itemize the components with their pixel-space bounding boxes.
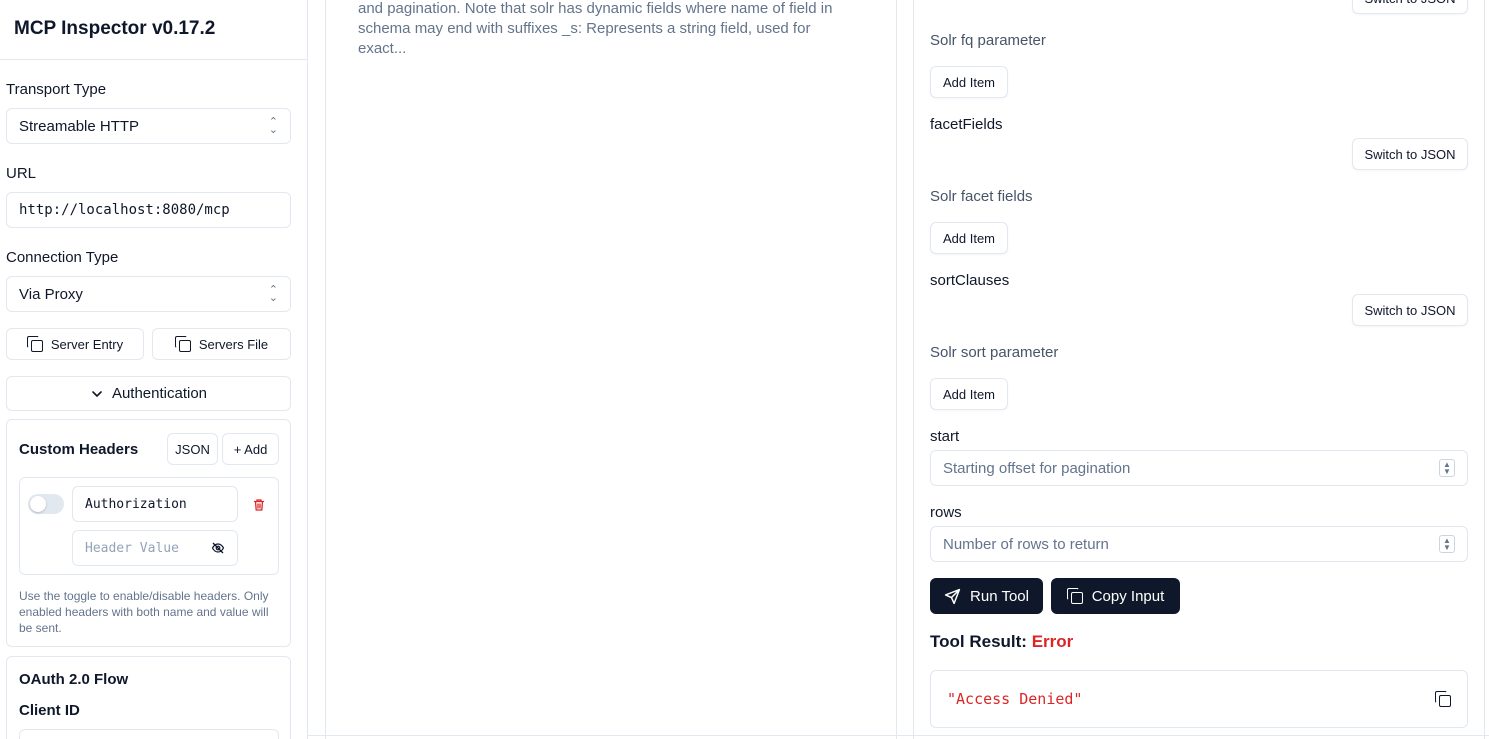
server-entry-label: Server Entry <box>50 336 124 352</box>
header-name-value: Authorization <box>85 496 187 512</box>
chevron-down-icon <box>92 390 102 397</box>
start-label: start <box>930 428 960 445</box>
header-value-input[interactable]: Header Value <box>72 530 238 566</box>
authentication-label: Authentication <box>111 385 208 402</box>
tool-description-panel: and pagination. Note that solr has dynam… <box>325 0 897 739</box>
transport-type-value: Streamable HTTP <box>19 117 140 135</box>
tool-result-status: Error <box>1031 632 1074 651</box>
connection-type-label: Connection Type <box>6 249 119 266</box>
headers-json-button[interactable]: JSON <box>167 433 218 465</box>
headers-help-text: Use the toggle to enable/disable headers… <box>19 589 269 635</box>
facet-fields-description: Solr facet fields <box>930 188 1033 205</box>
switch-to-json-button[interactable]: Switch to JSON <box>1352 0 1468 14</box>
send-icon <box>944 588 961 604</box>
sort-clauses-description: Solr sort parameter <box>930 344 1059 361</box>
run-tool-label: Run Tool <box>970 587 1029 605</box>
copy-icon[interactable] <box>1435 691 1451 707</box>
client-id-label: Client ID <box>19 702 80 719</box>
tool-description: and pagination. Note that solr has dynam… <box>358 0 833 57</box>
url-value: http://localhost:8080/mcp <box>19 202 230 218</box>
rows-input[interactable]: Number of rows to return ▲ ▼ <box>930 526 1468 562</box>
add-item-button[interactable]: Add Item <box>930 66 1008 98</box>
switch-to-json-button[interactable]: Switch to JSON <box>1352 294 1468 326</box>
number-spinner-icon[interactable]: ▲ ▼ <box>1439 459 1455 477</box>
rows-placeholder: Number of rows to return <box>943 535 1109 553</box>
custom-headers-card: Custom Headers JSON + Add Authorization … <box>6 419 291 647</box>
tool-result-label: Tool Result: <box>930 632 1027 651</box>
copy-input-label: Copy Input <box>1091 587 1165 605</box>
url-label: URL <box>6 165 37 182</box>
sort-clauses-label: sortClauses <box>930 272 1010 289</box>
add-item-button[interactable]: Add Item <box>930 378 1008 410</box>
switch-to-json-button[interactable]: Switch to JSON <box>1352 138 1468 170</box>
facet-fields-label: facetFields <box>930 116 1003 133</box>
chevron-up-down-icon: ⌃ ⌄ <box>268 284 278 304</box>
connection-type-value: Via Proxy <box>19 285 83 303</box>
header-value-placeholder: Header Value <box>85 540 179 556</box>
copy-icon <box>1066 588 1083 604</box>
header-name-input[interactable]: Authorization <box>72 486 238 522</box>
fq-description: Solr fq parameter <box>930 32 1046 49</box>
chevron-up-down-icon: ⌃ ⌄ <box>268 116 278 136</box>
transport-type-select[interactable]: Streamable HTTP ⌃ ⌄ <box>6 108 291 144</box>
eye-off-icon[interactable] <box>211 541 225 555</box>
add-header-button[interactable]: + Add <box>222 433 279 465</box>
trash-icon[interactable] <box>252 498 266 512</box>
tool-result-box: "Access Denied" <box>930 670 1468 728</box>
divider <box>308 735 1489 736</box>
tool-result-text: "Access Denied" <box>947 690 1083 708</box>
servers-file-button[interactable]: Servers File <box>152 328 291 360</box>
start-placeholder: Starting offset for pagination <box>943 459 1131 477</box>
oauth-card: OAuth 2.0 Flow Client ID <box>6 656 291 739</box>
header-enable-toggle[interactable] <box>28 494 64 514</box>
tool-form-panel: Switch to JSON Solr fq parameter Add Ite… <box>913 0 1485 739</box>
custom-headers-title: Custom Headers <box>19 441 139 458</box>
copy-icon <box>26 336 43 352</box>
tool-result-heading: Tool Result: Error <box>930 632 1073 652</box>
connection-type-select[interactable]: Via Proxy ⌃ ⌄ <box>6 276 291 312</box>
copy-input-button[interactable]: Copy Input <box>1051 578 1180 614</box>
rows-label: rows <box>930 504 962 521</box>
transport-type-label: Transport Type <box>6 81 107 98</box>
servers-file-label: Servers File <box>198 336 269 352</box>
url-input[interactable]: http://localhost:8080/mcp <box>6 192 291 228</box>
sidebar: MCP Inspector v0.17.2 Transport Type Str… <box>0 0 308 739</box>
header-row: Authorization Header Value <box>19 477 279 575</box>
copy-icon <box>174 336 191 352</box>
authentication-toggle-button[interactable]: Authentication <box>6 376 291 411</box>
number-spinner-icon[interactable]: ▲ ▼ <box>1439 535 1455 553</box>
app-title: MCP Inspector v0.17.2 <box>14 18 216 39</box>
sidebar-header: MCP Inspector v0.17.2 <box>0 0 307 60</box>
add-item-button[interactable]: Add Item <box>930 222 1008 254</box>
server-entry-button[interactable]: Server Entry <box>6 328 144 360</box>
start-input[interactable]: Starting offset for pagination ▲ ▼ <box>930 450 1468 486</box>
client-id-input[interactable] <box>19 729 279 739</box>
oauth-title: OAuth 2.0 Flow <box>19 671 129 688</box>
run-tool-button[interactable]: Run Tool <box>930 578 1043 614</box>
